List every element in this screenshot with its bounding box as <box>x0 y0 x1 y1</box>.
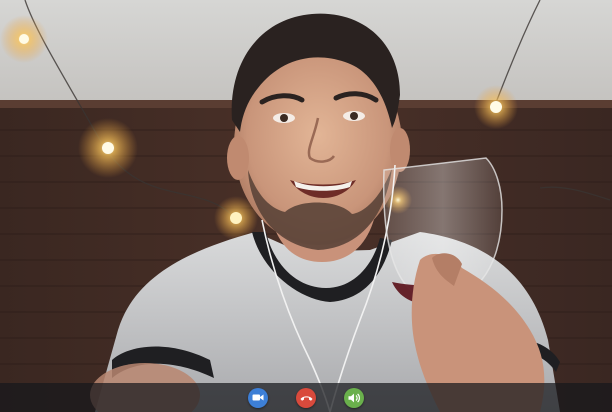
call-controls-bar: video hangup audio <box>0 383 612 412</box>
remote-video-feed <box>0 0 612 412</box>
video-camera-icon <box>252 394 264 401</box>
audio-toggle-button[interactable]: audio <box>344 387 364 408</box>
phone-hangup-icon <box>300 395 312 401</box>
video-call-window: video hangup audio <box>0 0 612 412</box>
hang-up-button[interactable]: hangup <box>296 387 316 408</box>
video-toggle-button[interactable]: video <box>248 387 268 408</box>
speaker-icon <box>348 393 360 402</box>
